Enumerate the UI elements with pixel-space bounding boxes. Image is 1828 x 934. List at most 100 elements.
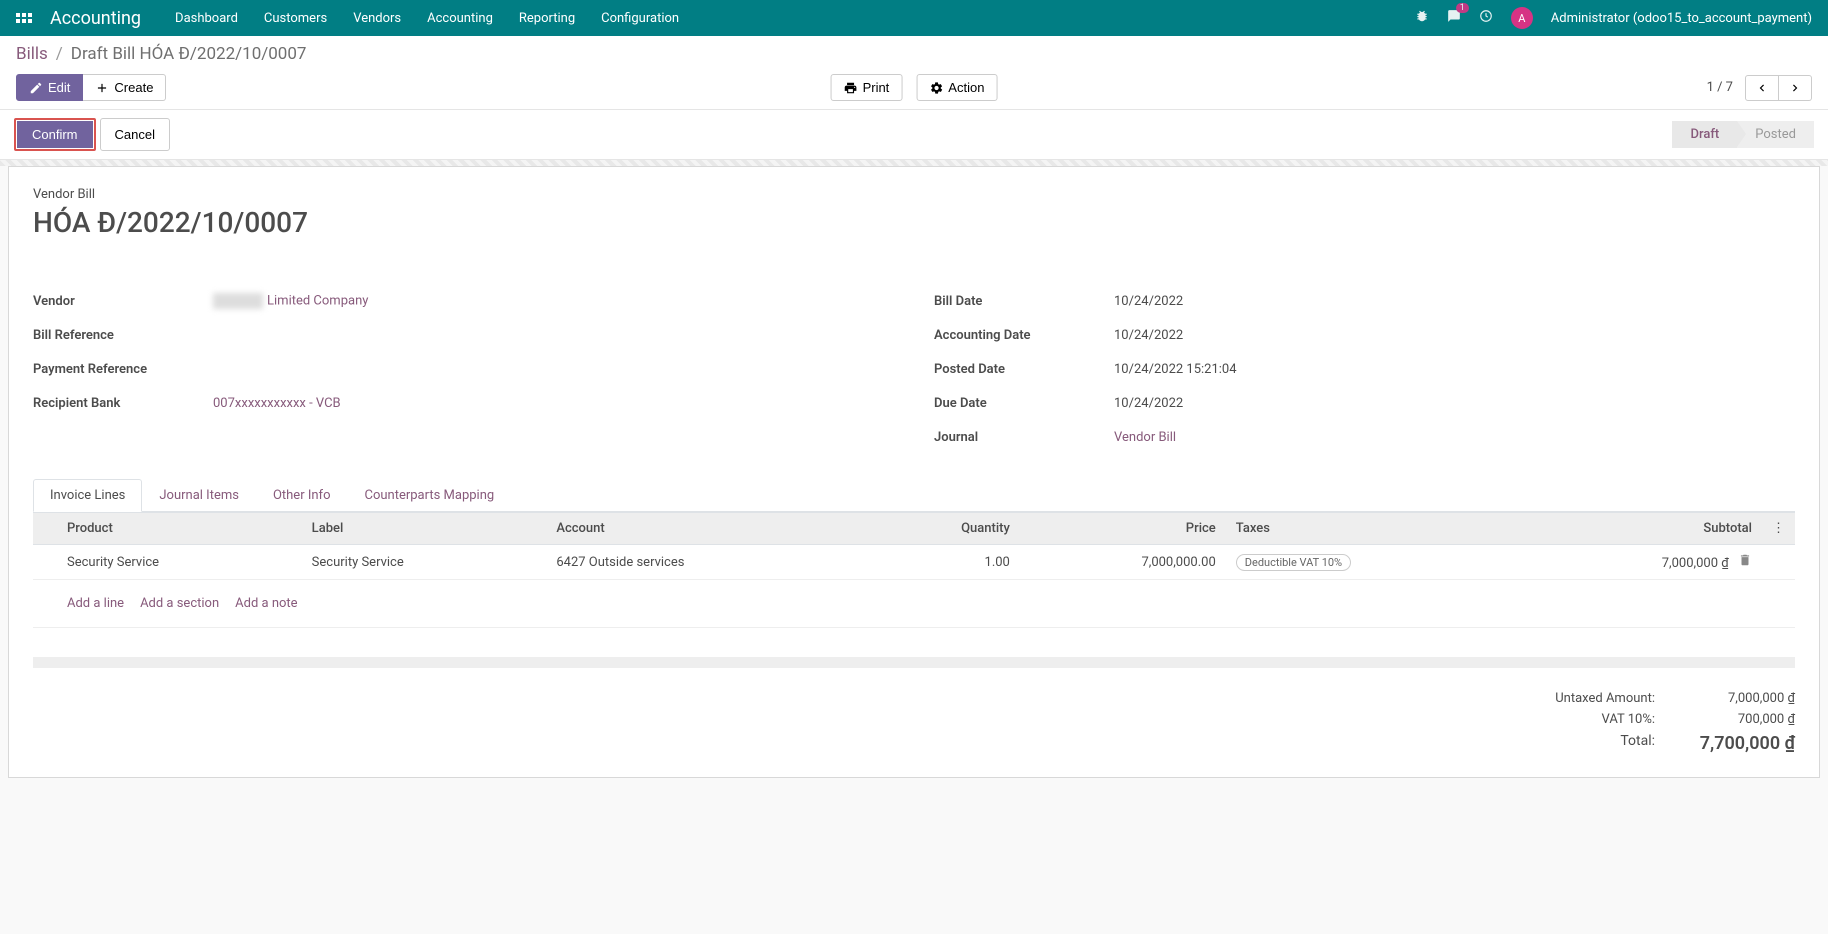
status-posted[interactable]: Posted: [1737, 121, 1814, 148]
bank-label: Recipient Bank: [33, 396, 213, 411]
journal-label: Journal: [934, 430, 1114, 445]
untaxed-value: 7,000,000 ₫: [1685, 691, 1795, 706]
chevron-right-icon: [1788, 81, 1802, 95]
pager[interactable]: 1 / 7: [1707, 80, 1733, 95]
billref-label: Bill Reference: [33, 328, 213, 343]
control-panel: Bills / Draft Bill HÓA Đ/2022/10/0007 Ed…: [0, 36, 1828, 110]
tax-pill: Deductible VAT 10%: [1236, 554, 1351, 571]
pager-next[interactable]: [1779, 75, 1812, 101]
nav-configuration[interactable]: Configuration: [601, 11, 679, 26]
action-button[interactable]: Action: [916, 74, 997, 101]
totals: Untaxed Amount: 7,000,000 ₫ VAT 10%: 700…: [33, 688, 1795, 757]
create-button[interactable]: Create: [83, 74, 166, 101]
duedate-label: Due Date: [934, 396, 1114, 411]
cell-label[interactable]: Security Service: [302, 545, 547, 580]
nav-menu: Dashboard Customers Vendors Accounting R…: [175, 11, 679, 26]
col-options[interactable]: ⋮: [1762, 513, 1795, 545]
avatar[interactable]: A: [1511, 7, 1533, 29]
journal-value[interactable]: Vendor Bill: [1114, 430, 1176, 445]
cell-product[interactable]: Security Service: [57, 545, 302, 580]
payref-label: Payment Reference: [33, 362, 213, 377]
cell-subtotal[interactable]: 7,000,000 ₫: [1521, 545, 1762, 580]
confirm-highlight: Confirm: [14, 118, 96, 151]
accdate-value[interactable]: 10/24/2022: [1114, 328, 1183, 343]
table-scrollbar[interactable]: [33, 658, 1795, 668]
vendor-value[interactable]: Limited Company: [213, 293, 368, 309]
col-label[interactable]: Label: [302, 513, 547, 545]
col-quantity[interactable]: Quantity: [870, 513, 1020, 545]
nav-accounting[interactable]: Accounting: [427, 11, 493, 26]
untaxed-label: Untaxed Amount:: [1555, 691, 1655, 706]
tab-other-info[interactable]: Other Info: [256, 479, 348, 511]
tabs: Invoice Lines Journal Items Other Info C…: [33, 479, 1795, 512]
col-account[interactable]: Account: [546, 513, 869, 545]
chat-icon[interactable]: 1: [1447, 9, 1461, 27]
add-note-link[interactable]: Add a note: [235, 596, 297, 611]
user-name[interactable]: Administrator (odoo15_to_account_payment…: [1551, 11, 1812, 26]
row-handle[interactable]: [33, 545, 57, 580]
status-steps: Draft Posted: [1672, 121, 1814, 148]
col-handle: [33, 513, 57, 545]
postdate-label: Posted Date: [934, 362, 1114, 377]
form-sheet: Vendor Bill HÓA Đ/2022/10/0007 Vendor Li…: [8, 166, 1820, 778]
nav-reporting[interactable]: Reporting: [519, 11, 575, 26]
add-section-link[interactable]: Add a section: [140, 596, 219, 611]
chat-badge: 1: [1456, 3, 1469, 13]
confirm-button[interactable]: Confirm: [17, 121, 93, 148]
cell-quantity[interactable]: 1.00: [870, 545, 1020, 580]
print-icon: [844, 81, 858, 95]
col-taxes[interactable]: Taxes: [1226, 513, 1522, 545]
pager-prev[interactable]: [1745, 75, 1779, 101]
tab-invoice-lines[interactable]: Invoice Lines: [33, 479, 142, 512]
cell-taxes[interactable]: Deductible VAT 10%: [1226, 545, 1522, 580]
col-subtotal[interactable]: Subtotal: [1521, 513, 1762, 545]
cancel-button[interactable]: Cancel: [100, 118, 170, 151]
table-row[interactable]: Security Service Security Service 6427 O…: [33, 545, 1795, 580]
duedate-value[interactable]: 10/24/2022: [1114, 396, 1183, 411]
cell-account[interactable]: 6427 Outside services: [546, 545, 869, 580]
total-value: 7,700,000 ₫: [1685, 733, 1795, 754]
doc-type: Vendor Bill: [33, 187, 1795, 202]
nav-customers[interactable]: Customers: [264, 11, 327, 26]
breadcrumb-current: Draft Bill HÓA Đ/2022/10/0007: [71, 44, 307, 64]
plus-icon: [95, 81, 109, 95]
nav-vendors[interactable]: Vendors: [353, 11, 401, 26]
postdate-value: 10/24/2022 15:21:04: [1114, 362, 1237, 377]
bank-value[interactable]: 007xxxxxxxxxxx - VCB: [213, 396, 341, 411]
nav-dashboard[interactable]: Dashboard: [175, 11, 238, 26]
form-col-right: Bill Date 10/24/2022 Accounting Date 10/…: [934, 289, 1795, 459]
col-product[interactable]: Product: [57, 513, 302, 545]
breadcrumb-separator: /: [56, 44, 63, 64]
print-button[interactable]: Print: [831, 74, 903, 101]
billdate-value[interactable]: 10/24/2022: [1114, 294, 1183, 309]
gear-icon: [929, 81, 943, 95]
breadcrumb-root[interactable]: Bills: [16, 44, 48, 64]
add-line-link[interactable]: Add a line: [67, 596, 124, 611]
col-price[interactable]: Price: [1020, 513, 1226, 545]
status-bar: Confirm Cancel Draft Posted: [0, 110, 1828, 160]
tab-journal-items[interactable]: Journal Items: [142, 479, 256, 511]
billdate-label: Bill Date: [934, 294, 1114, 309]
pencil-icon: [29, 81, 43, 95]
activity-icon[interactable]: [1479, 9, 1493, 27]
form-col-left: Vendor Limited Company Bill Reference Pa…: [33, 289, 894, 459]
total-label: Total:: [1620, 733, 1655, 754]
trash-icon[interactable]: [1738, 556, 1752, 571]
tab-counterparts[interactable]: Counterparts Mapping: [347, 479, 511, 511]
navbar: Accounting Dashboard Customers Vendors A…: [0, 0, 1828, 36]
debug-icon[interactable]: [1415, 9, 1429, 27]
edit-button[interactable]: Edit: [16, 74, 83, 101]
chevron-left-icon: [1755, 81, 1769, 95]
vat-value: 700,000 ₫: [1685, 712, 1795, 727]
cell-price[interactable]: 7,000,000.00: [1020, 545, 1226, 580]
doc-title: HÓA Đ/2022/10/0007: [33, 206, 1795, 239]
vendor-blur: [213, 293, 263, 309]
breadcrumb: Bills / Draft Bill HÓA Đ/2022/10/0007: [16, 44, 1812, 64]
accdate-label: Accounting Date: [934, 328, 1114, 343]
vendor-label: Vendor: [33, 294, 213, 309]
brand[interactable]: Accounting: [50, 8, 141, 29]
invoice-lines-table: Product Label Account Quantity Price Tax…: [33, 512, 1795, 658]
vat-label: VAT 10%:: [1602, 712, 1655, 727]
status-draft[interactable]: Draft: [1672, 121, 1737, 148]
apps-icon[interactable]: [16, 13, 32, 23]
